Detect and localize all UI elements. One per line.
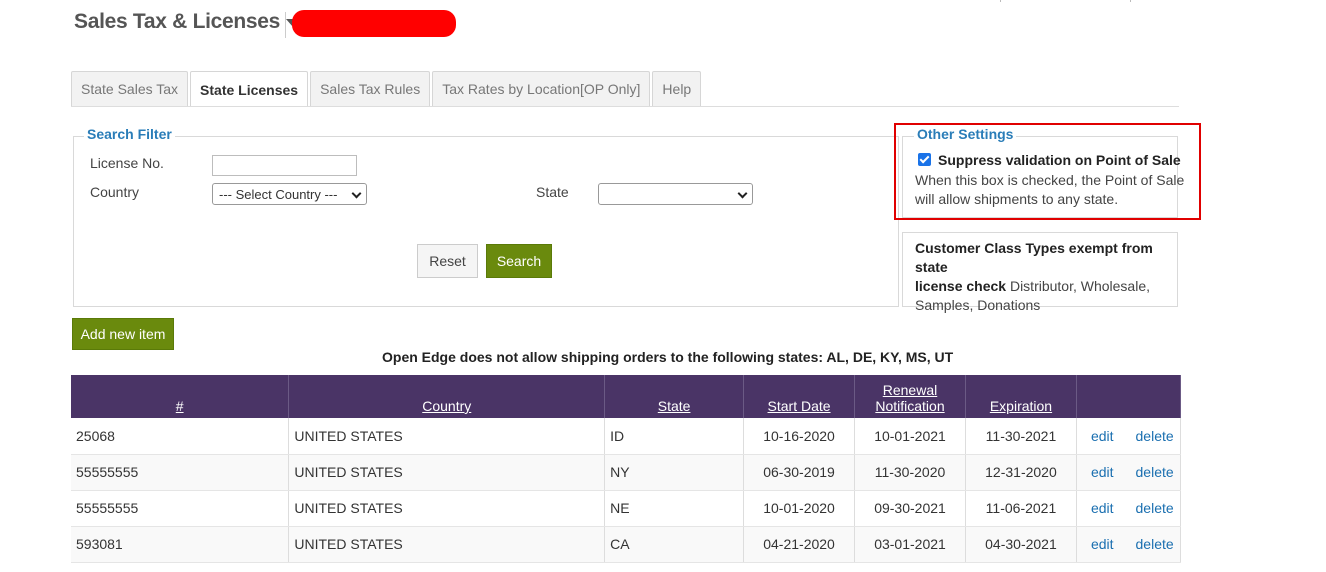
cell-state: ID bbox=[604, 418, 745, 455]
table-header-row: # Country State Start Date Renewal Notifi… bbox=[71, 375, 1182, 418]
search-filter-legend: Search Filter bbox=[84, 126, 175, 142]
col-header-number[interactable]: # bbox=[71, 375, 290, 418]
cell-start-date: 06-30-2019 bbox=[743, 454, 856, 491]
redacted-account-name bbox=[292, 10, 456, 37]
reset-button[interactable]: Reset bbox=[417, 244, 478, 278]
edit-link[interactable]: edit bbox=[1091, 464, 1114, 480]
cell-country: UNITED STATES bbox=[288, 490, 606, 527]
chevron-down-icon bbox=[351, 188, 362, 199]
cell-expiration: 11-30-2021 bbox=[965, 418, 1077, 455]
cell-number: 593081 bbox=[71, 526, 290, 563]
cell-state: NE bbox=[604, 490, 745, 527]
cell-actions: edit delete bbox=[1076, 490, 1182, 527]
suppress-desc-line-1: When this box is checked, the Point of S… bbox=[915, 172, 1185, 188]
cell-actions: edit delete bbox=[1076, 418, 1182, 455]
cell-country: UNITED STATES bbox=[288, 418, 606, 455]
col-header-country[interactable]: Country bbox=[288, 375, 606, 418]
col-header-renewal-line-2: Notification bbox=[875, 398, 945, 414]
license-no-input[interactable] bbox=[212, 155, 357, 176]
licenses-table: # Country State Start Date Renewal Notifi… bbox=[71, 375, 1182, 563]
delete-link[interactable]: delete bbox=[1136, 500, 1174, 516]
cell-country: UNITED STATES bbox=[288, 526, 606, 563]
search-filter-panel bbox=[73, 136, 899, 307]
cell-state: CA bbox=[604, 526, 745, 563]
cell-actions: edit delete bbox=[1076, 454, 1182, 491]
table-row: 593081 UNITED STATES CA 04-21-2020 03-01-202… bbox=[71, 526, 1182, 563]
col-header-start-date[interactable]: Start Date bbox=[743, 375, 856, 418]
page-title[interactable]: Sales Tax & Licenses bbox=[74, 10, 301, 34]
cell-country: UNITED STATES bbox=[288, 454, 606, 491]
cell-number: 55555555 bbox=[71, 490, 290, 527]
exempt-list-2: Samples, Donations bbox=[915, 297, 1041, 313]
state-select[interactable] bbox=[598, 183, 753, 205]
cell-renewal: 11-30-2020 bbox=[854, 454, 966, 491]
cell-start-date: 10-16-2020 bbox=[743, 418, 856, 455]
country-select-value: --- Select Country --- bbox=[219, 186, 338, 202]
cell-start-date: 10-01-2020 bbox=[743, 490, 856, 527]
tabs-divider bbox=[71, 106, 1179, 107]
table-row: 55555555 UNITED STATES NY 06-30-2019 11-30-2… bbox=[71, 454, 1182, 491]
delete-link[interactable]: delete bbox=[1136, 464, 1174, 480]
col-header-renewal[interactable]: Renewal Notification bbox=[854, 375, 966, 418]
delete-link[interactable]: delete bbox=[1136, 428, 1174, 444]
exempt-customer-classes: Customer Class Types exempt from state l… bbox=[902, 232, 1178, 313]
cell-renewal: 09-30-2021 bbox=[854, 490, 966, 527]
state-label: State bbox=[536, 184, 569, 200]
edit-link[interactable]: edit bbox=[1091, 500, 1114, 516]
col-header-expiration[interactable]: Expiration bbox=[965, 375, 1077, 418]
add-new-item-button[interactable]: Add new item bbox=[72, 318, 174, 350]
page-title-text: Sales Tax & Licenses bbox=[74, 10, 281, 33]
cell-expiration: 04-30-2021 bbox=[965, 526, 1077, 563]
chevron-down-icon bbox=[737, 188, 748, 199]
suppress-validation-checkbox[interactable] bbox=[918, 153, 931, 166]
cell-state: NY bbox=[604, 454, 745, 491]
cell-start-date: 04-21-2020 bbox=[743, 526, 856, 563]
top-links-fragment bbox=[990, 0, 1190, 2]
table-row: 55555555 UNITED STATES NE 10-01-2020 09-30-2… bbox=[71, 490, 1182, 527]
col-header-state[interactable]: State bbox=[604, 375, 745, 418]
exempt-list-1: Distributor, Wholesale, bbox=[1006, 278, 1151, 294]
tab-bar: State Sales Tax State Licenses Sales Tax… bbox=[71, 71, 702, 107]
cell-expiration: 11-06-2021 bbox=[965, 490, 1077, 527]
edit-link[interactable]: edit bbox=[1091, 428, 1114, 444]
col-header-actions bbox=[1076, 375, 1182, 418]
divider bbox=[285, 12, 286, 38]
tab-tax-rates-by-location[interactable]: Tax Rates by Location[OP Only] bbox=[432, 71, 651, 106]
cell-renewal: 10-01-2021 bbox=[854, 418, 966, 455]
tab-help[interactable]: Help bbox=[652, 71, 702, 106]
country-label: Country bbox=[90, 184, 140, 200]
license-no-label: License No. bbox=[90, 155, 164, 171]
cell-actions: edit delete bbox=[1076, 526, 1182, 563]
cell-number: 25068 bbox=[71, 418, 290, 455]
edit-link[interactable]: edit bbox=[1091, 536, 1114, 552]
tab-state-licenses[interactable]: State Licenses bbox=[190, 71, 309, 107]
suppress-validation-label: Suppress validation on Point of Sale bbox=[938, 152, 1181, 168]
table-row: 25068 UNITED STATES ID 10-16-2020 10-01-2021… bbox=[71, 418, 1182, 455]
exempt-heading-2: license check bbox=[915, 278, 1007, 294]
tab-sales-tax-rules[interactable]: Sales Tax Rules bbox=[310, 71, 431, 106]
country-select[interactable]: --- Select Country --- bbox=[212, 183, 367, 205]
search-button[interactable]: Search bbox=[486, 244, 552, 278]
cell-renewal: 03-01-2021 bbox=[854, 526, 966, 563]
cell-number: 55555555 bbox=[71, 454, 290, 491]
cell-expiration: 12-31-2020 bbox=[965, 454, 1077, 491]
col-header-renewal-line-1: Renewal bbox=[882, 382, 938, 398]
tab-state-sales-tax[interactable]: State Sales Tax bbox=[71, 71, 189, 106]
shipping-restriction-notice: Open Edge does not allow shipping orders… bbox=[382, 349, 954, 365]
exempt-heading-1: Customer Class Types exempt from state bbox=[915, 240, 1153, 275]
delete-link[interactable]: delete bbox=[1136, 536, 1174, 552]
suppress-desc-line-2: will allow shipments to any state. bbox=[915, 191, 1119, 207]
